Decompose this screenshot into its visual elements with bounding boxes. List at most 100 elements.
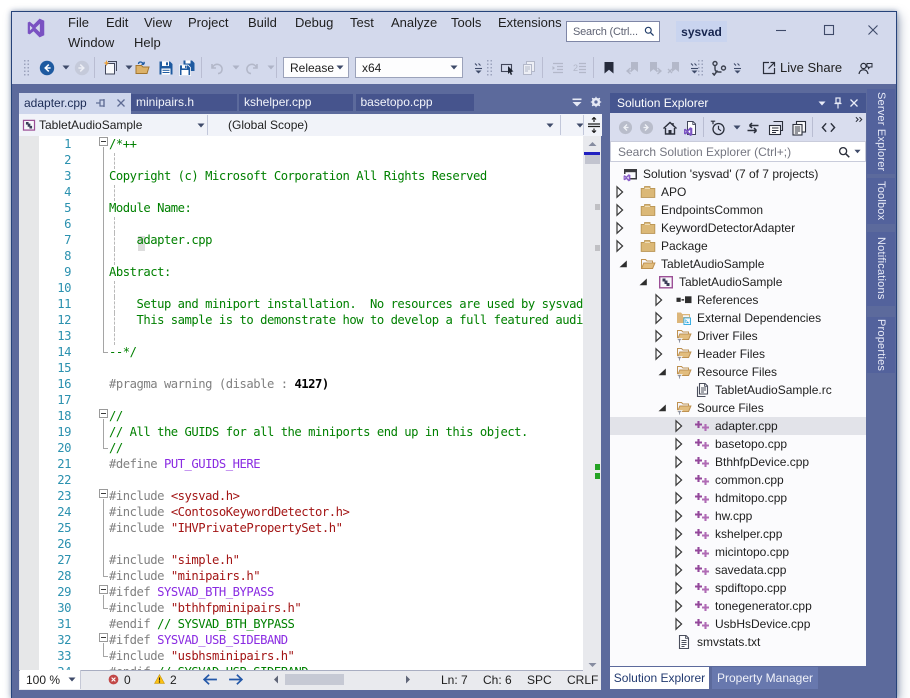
navigate-backward-button[interactable] <box>38 59 55 76</box>
zoom-level-combobox[interactable]: 100 % <box>20 670 81 689</box>
expand-arrow-icon[interactable] <box>675 417 687 435</box>
minimize-button[interactable] <box>766 19 796 41</box>
menu-item-window[interactable]: Window <box>68 35 114 50</box>
configuration-combobox[interactable]: Release <box>283 57 349 78</box>
hscroll-right-icon[interactable] <box>405 675 411 684</box>
menu-item-help[interactable]: Help <box>134 35 161 50</box>
tree-item-basetopo.cpp[interactable]: basetopo.cpp <box>610 435 866 453</box>
live-share-label[interactable]: Live Share <box>780 60 842 75</box>
hscroll-thumb[interactable] <box>285 674 344 685</box>
navbar-project-dropdown[interactable]: TabletAudioSample <box>39 118 142 132</box>
expand-arrow-icon[interactable] <box>655 345 667 363</box>
fold-collapse-box[interactable] <box>99 585 109 595</box>
expand-arrow-icon[interactable] <box>675 507 687 525</box>
tree-item-savedata.cpp[interactable]: savedata.cpp <box>610 561 866 579</box>
feedback-button[interactable] <box>857 59 874 76</box>
toolbar-grip-3[interactable] <box>698 59 704 77</box>
expand-arrow-icon[interactable] <box>675 435 687 453</box>
save-all-button[interactable] <box>178 59 195 76</box>
se-home-button[interactable] <box>661 119 678 136</box>
tree-item-usbhsdevice.cpp[interactable]: UsbHsDevice.cpp <box>610 615 866 633</box>
expand-arrow-icon[interactable] <box>616 183 628 201</box>
se-collapse-all-button[interactable] <box>767 119 784 136</box>
find-in-files-button[interactable] <box>520 59 537 76</box>
menu-item-build[interactable]: Build <box>248 15 277 30</box>
document-tab-adapter.cpp[interactable]: adapter.cpp <box>19 93 131 114</box>
se-search-input[interactable]: Search Solution Explorer (Ctrl+;) <box>610 141 866 162</box>
tree-item-source-files[interactable]: Source Files <box>610 399 866 417</box>
toolbar-grip-2[interactable] <box>487 59 493 77</box>
expand-arrow-icon[interactable] <box>675 615 687 633</box>
tree-item-hw.cpp[interactable]: hw.cpp <box>610 507 866 525</box>
tab-pin-icon[interactable] <box>95 97 107 109</box>
indent-button[interactable] <box>549 59 566 76</box>
menu-item-debug[interactable]: Debug <box>295 15 333 30</box>
collapse-arrow-icon[interactable] <box>636 273 648 291</box>
tree-item-tabletaudiosample.rc[interactable]: TabletAudioSample.rc <box>610 381 866 399</box>
solution-explorer-title-bar[interactable]: Solution Explorer <box>610 93 866 113</box>
panel-close-icon[interactable] <box>849 98 859 108</box>
menu-item-test[interactable]: Test <box>350 15 374 30</box>
expand-arrow-icon[interactable] <box>655 291 667 309</box>
panel-position-dropdown-icon[interactable] <box>818 101 826 106</box>
pin-icon[interactable] <box>832 97 844 109</box>
menu-item-file[interactable]: File <box>68 15 89 30</box>
expand-arrow-icon[interactable] <box>675 597 687 615</box>
undo-dropdown[interactable] <box>227 59 244 76</box>
fold-collapse-box[interactable] <box>99 489 109 499</box>
toolbar-grip[interactable] <box>24 59 30 77</box>
tree-item-external-dependencies[interactable]: External Dependencies <box>610 309 866 327</box>
tab-list-dropdown-icon[interactable] <box>572 98 582 107</box>
error-count[interactable]: 0 <box>124 673 131 687</box>
fold-collapse-box[interactable] <box>99 137 109 147</box>
tree-item-common.cpp[interactable]: common.cpp <box>610 471 866 489</box>
tree-item-package[interactable]: Package <box>610 237 866 255</box>
navbar-scope-dropdown[interactable]: (Global Scope) <box>228 118 308 132</box>
side-tab-properties[interactable]: Properties <box>867 317 895 373</box>
document-tab-minipairs.h[interactable]: minipairs.h <box>131 94 237 112</box>
document-tab-kshelper.cpp[interactable]: kshelper.cpp <box>239 94 353 112</box>
warning-count-icon[interactable] <box>154 674 165 684</box>
fold-collapse-box[interactable] <box>99 633 109 643</box>
expand-arrow-icon[interactable] <box>616 237 628 255</box>
menu-item-extensions[interactable]: Extensions <box>498 15 562 30</box>
editor-vertical-scrollbar[interactable] <box>583 136 601 690</box>
navbar-project-caret[interactable] <box>197 123 205 128</box>
tree-item-header-files[interactable]: Header Files <box>610 345 866 363</box>
menu-item-edit[interactable]: Edit <box>106 15 128 30</box>
save-button[interactable] <box>157 59 174 76</box>
scrollbar-down-icon[interactable] <box>588 662 597 668</box>
quick-search-input[interactable]: Search (Ctrl... <box>566 21 660 42</box>
source-control-button[interactable] <box>710 59 727 76</box>
tree-item-bthhfpdevice.cpp[interactable]: BthhfpDevice.cpp <box>610 453 866 471</box>
navigate-back-arrow-icon[interactable] <box>203 674 218 685</box>
error-count-icon[interactable] <box>108 674 119 685</box>
bottom-tab-property-manager[interactable]: Property Manager <box>712 667 818 689</box>
warning-count[interactable]: 2 <box>170 673 177 687</box>
tab-options-gear-icon[interactable] <box>590 96 602 108</box>
bottom-tab-solution-explorer[interactable]: Solution Explorer <box>610 667 709 689</box>
clear-bookmarks-button[interactable] <box>666 59 683 76</box>
se-view-code-button[interactable] <box>820 119 837 136</box>
source-control-overflow[interactable] <box>729 59 746 76</box>
document-tab-basetopo.cpp[interactable]: basetopo.cpp <box>356 94 474 112</box>
toolbar-overflow-button[interactable] <box>470 59 487 76</box>
expand-arrow-icon[interactable] <box>616 201 628 219</box>
tab-close-icon[interactable] <box>116 98 126 108</box>
navigate-forward-arrow-icon[interactable] <box>228 674 243 685</box>
tree-item-driver-files[interactable]: Driver Files <box>610 327 866 345</box>
se-sync-button[interactable] <box>744 119 761 136</box>
comment-button[interactable] <box>572 59 589 76</box>
se-back-button[interactable] <box>617 119 634 136</box>
side-tab-server-explorer[interactable]: Server Explorer <box>867 89 895 174</box>
open-file-button[interactable] <box>134 59 151 76</box>
tree-item-micintopo.cpp[interactable]: micintopo.cpp <box>610 543 866 561</box>
navigate-to-button[interactable] <box>499 59 516 76</box>
se-forward-button[interactable] <box>638 119 655 136</box>
menu-item-view[interactable]: View <box>144 15 172 30</box>
previous-bookmark-button[interactable] <box>624 59 641 76</box>
tree-item-tabletaudiosample[interactable]: TabletAudioSample <box>610 273 866 291</box>
se-filter-dropdown[interactable] <box>728 119 745 136</box>
next-bookmark-button[interactable] <box>646 59 663 76</box>
se-sync-active-document-button[interactable] <box>682 119 699 136</box>
